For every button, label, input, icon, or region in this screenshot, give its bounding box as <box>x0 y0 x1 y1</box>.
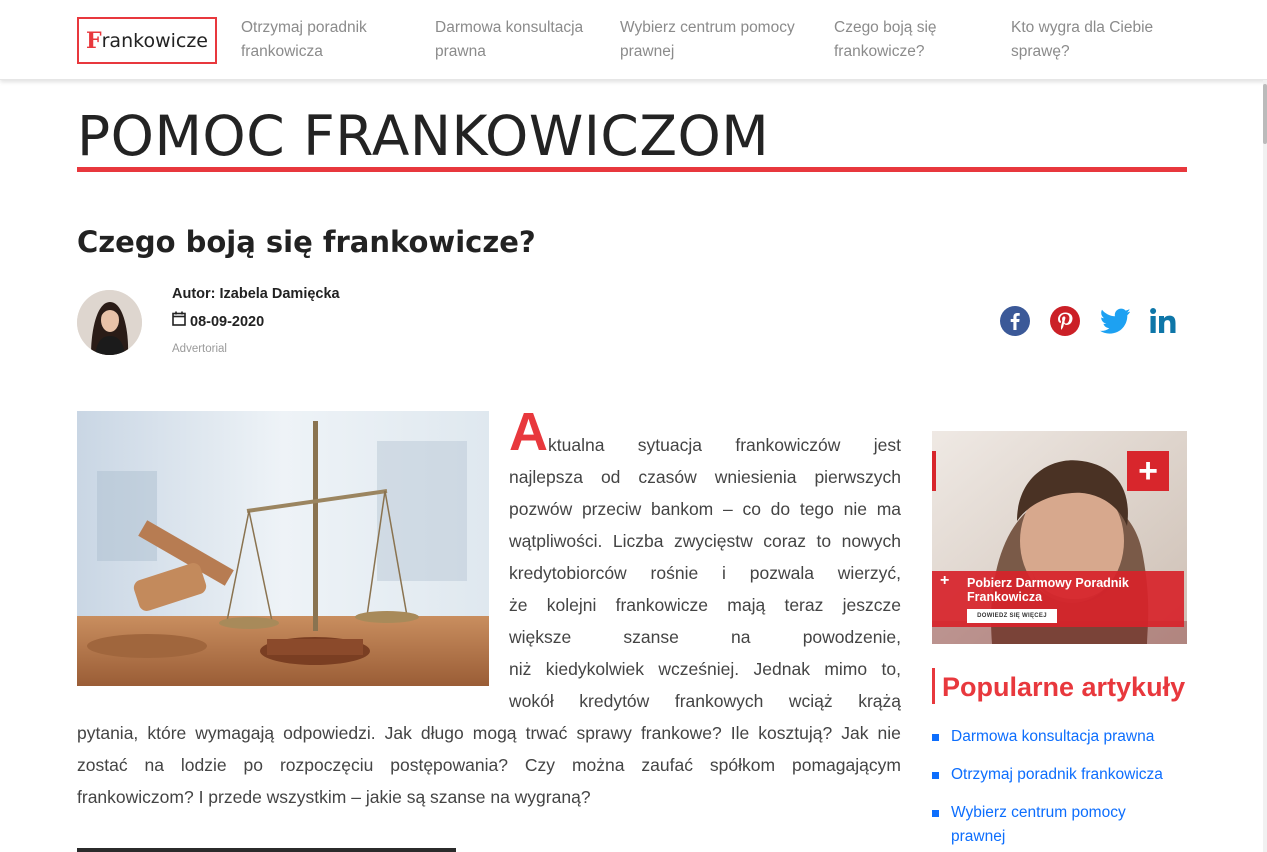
popular-articles-title: Popularne artykuły <box>942 672 1186 702</box>
pinterest-icon[interactable] <box>1050 306 1080 336</box>
article-hero-image <box>77 411 489 686</box>
bullet-icon <box>932 810 939 817</box>
logo-text: rankowicze <box>101 29 208 52</box>
scrollbar-track[interactable] <box>1263 80 1267 852</box>
calendar-icon <box>172 311 186 332</box>
popular-item[interactable]: Wybierz centrum pomocy prawnej <box>932 801 1151 849</box>
article-line: niż kiedykolwiek wcześniej. Jednak mimo to, <box>509 659 901 679</box>
article-line: zostać na lodzie po rozpoczęciu postępowania?… <box>77 755 901 775</box>
article-line: ktualna sytuacja frankowiczów jest <box>548 435 901 455</box>
article-line: że kolejni frankowicze mają teraz jeszcze <box>509 595 901 615</box>
scrollbar-thumb[interactable] <box>1263 84 1267 144</box>
popular-item[interactable]: Otrzymaj poradnik frankowicza <box>932 763 1171 787</box>
ad-plus-icon: + <box>1127 451 1169 491</box>
author-avatar <box>77 290 142 355</box>
bullet-icon <box>932 772 939 779</box>
ad-cta-button[interactable]: DOWIEDZ SIĘ WIĘCEJ <box>967 609 1057 623</box>
linkedin-icon[interactable] <box>1149 306 1179 336</box>
article-line: pozwów przeciw bankom – co do tego nie ma <box>509 499 901 519</box>
nav-link-konsultacja[interactable]: Darmowa konsultacja prawna <box>435 16 600 64</box>
date-text: 08-09-2020 <box>190 313 265 330</box>
popular-accent-bar <box>932 668 935 704</box>
site-logo[interactable]: Frankowicze <box>77 17 217 64</box>
publish-date: 08-09-2020 <box>172 311 264 332</box>
ad-title: Pobierz Darmowy Poradnik Frankowicza <box>967 576 1129 604</box>
logo-initial: F <box>86 27 102 54</box>
popular-item[interactable]: Darmowa konsultacja prawna <box>932 725 1171 749</box>
facebook-icon[interactable] <box>1000 306 1030 336</box>
article-line: większe szanse na powodzenie, <box>509 627 901 647</box>
popular-link[interactable]: Wybierz centrum pomocy prawnej <box>951 801 1151 849</box>
article-line: kredytobiorców rośnie i pozwala wierzyć, <box>509 563 901 583</box>
popular-link[interactable]: Otrzymaj poradnik frankowicza <box>951 763 1171 787</box>
nav-link-poradnik[interactable]: Otrzymaj poradnik frankowicza <box>241 16 411 64</box>
article-line: najlepsza od czasów wniesienia pierwszych <box>509 467 901 487</box>
nav-link-kto-wygra[interactable]: Kto wygra dla Ciebie sprawę? <box>1011 16 1181 64</box>
popular-link[interactable]: Darmowa konsultacja prawna <box>951 725 1171 749</box>
nav-link-czego[interactable]: Czego boją się frankowicze? <box>834 16 964 64</box>
ad-small-plus-icon: + <box>940 572 950 589</box>
article-line: wokół kredytów frankowych wciąż krążą <box>509 691 901 711</box>
article-line: pytania, które wymagają odpowiedzi. Jak długo… <box>77 723 901 743</box>
article-line: frankowiczom? I przede wszystkim – jakie… <box>77 787 591 807</box>
advertorial-label: Advertorial <box>172 343 227 355</box>
drop-cap-letter: A <box>509 402 548 462</box>
sidebar-ad-banner[interactable]: + + Pobierz Darmowy Poradnik Frankowicza… <box>932 431 1187 644</box>
nav-link-centrum[interactable]: Wybierz centrum pomocy prawnej <box>620 16 810 64</box>
page-title: POMOC FRANKOWICZOM <box>77 104 770 168</box>
bullet-icon <box>932 734 939 741</box>
article-line: wątpliwości. Liczba zwycięstw coraz to nowych <box>509 531 901 551</box>
article-title: Czego boją się frankowicze? <box>77 225 536 259</box>
heading-divider <box>77 167 1187 172</box>
top-navbar: Frankowicze Otrzymaj poradnik frankowicz… <box>0 0 1267 80</box>
next-image-edge <box>77 848 456 852</box>
twitter-icon[interactable] <box>1100 306 1131 336</box>
author-name: Autor: Izabela Damięcka <box>172 286 340 302</box>
